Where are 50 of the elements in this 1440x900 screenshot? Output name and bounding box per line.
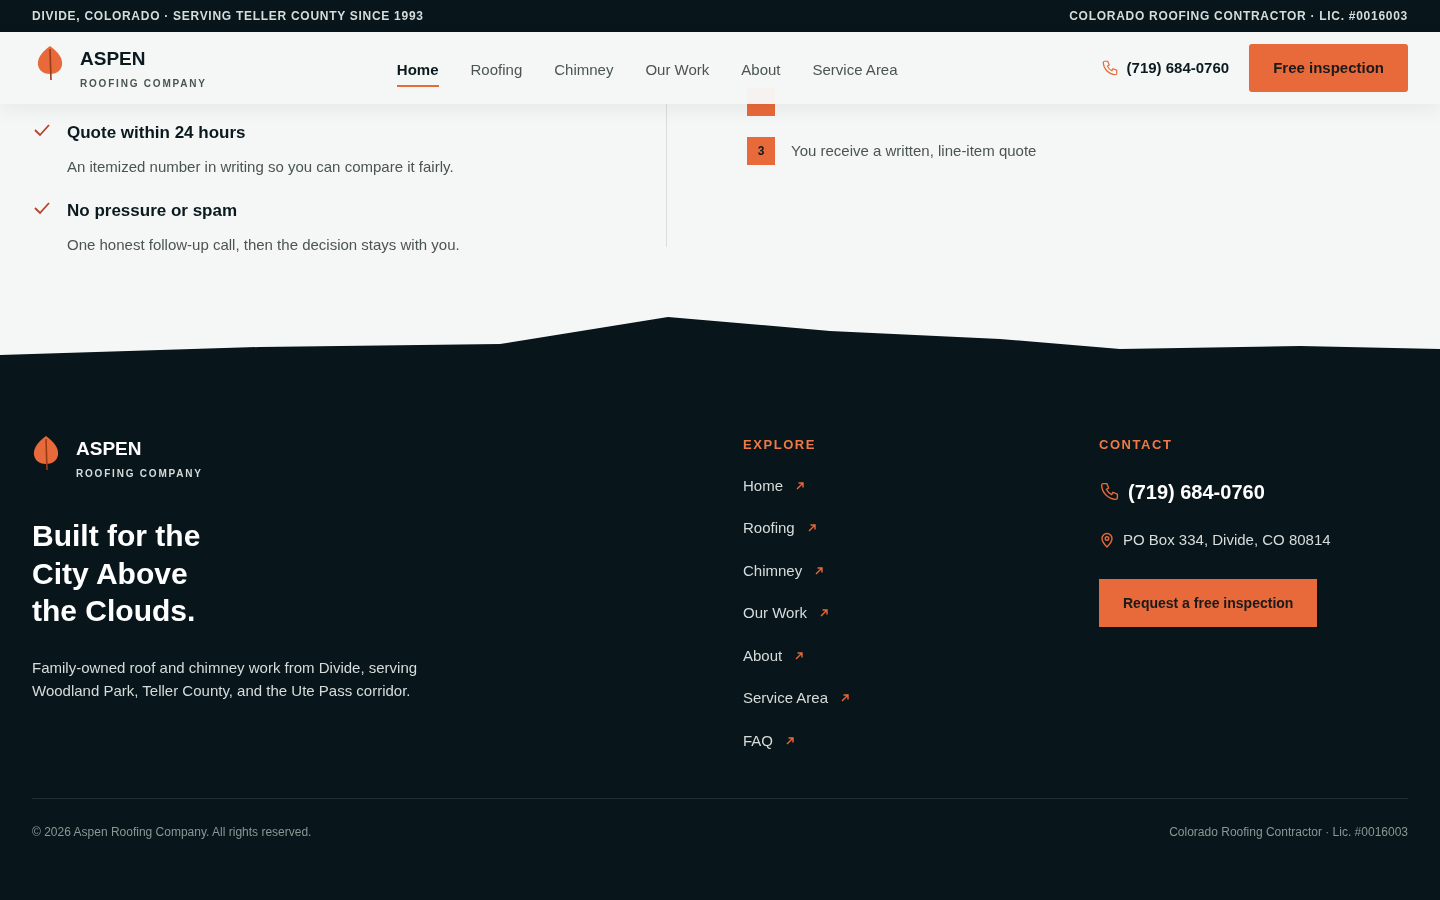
request-button[interactable]: Request a free inspection	[1099, 579, 1318, 627]
arrow-icon	[806, 523, 817, 534]
leaf-icon	[32, 435, 60, 471]
arrow-icon	[785, 735, 795, 746]
step-text: You receive a written, line-item quote	[791, 140, 1037, 161]
nav-link[interactable]: About	[741, 54, 781, 88]
location-icon	[1099, 531, 1115, 548]
nav-link[interactable]: Chimney	[554, 54, 614, 88]
contact-heading: CONTACT	[1099, 436, 1174, 454]
explore-heading: EXPLORE	[743, 436, 818, 454]
footer-phone[interactable]: (719) 684-0760	[1128, 476, 1265, 507]
footer-link[interactable]: Home	[743, 474, 1099, 497]
license-text: COLORADO ROOFING CONTRACTOR · LIC. #0016003	[1069, 8, 1408, 25]
benefit-title: Quote within 24 hours	[67, 122, 247, 144]
footer-link[interactable]: About	[743, 644, 1099, 667]
location-text: DIVIDE, COLORADO · SERVING TELLER COUNTY SINCE 1993	[32, 8, 424, 25]
cta-button[interactable]: Free inspection	[1249, 44, 1408, 92]
arrow-icon	[814, 565, 825, 576]
nav-link[interactable]: Home	[396, 54, 439, 88]
footer-link[interactable]: Our Work	[743, 602, 1099, 625]
leaf-icon	[36, 45, 64, 81]
footer-link[interactable]: Chimney	[743, 559, 1099, 582]
copyright-text: © 2026 Aspen Roofing Company. All rights reserved.	[32, 824, 312, 841]
brand-name: ASPEN	[76, 439, 143, 458]
check-icon	[33, 123, 51, 137]
footer-link[interactable]: Service Area	[743, 687, 1099, 710]
benefit-text: An itemized number in writing so you can compare it fairly.	[67, 156, 454, 177]
benefit-text: One honest follow-up call, then the decision stays with you.	[67, 234, 460, 255]
arrow-icon	[794, 650, 805, 661]
brand-tagline: ROOFING COMPANY	[76, 467, 203, 481]
arrow-icon	[840, 693, 851, 704]
benefit-title: No pressure or spam	[67, 200, 239, 222]
footer-link[interactable]: Roofing	[743, 517, 1099, 540]
nav-link[interactable]: Roofing	[470, 54, 523, 88]
phone-icon	[1099, 481, 1120, 502]
brand-name: ASPEN	[80, 49, 147, 68]
footer-link[interactable]: FAQ	[743, 729, 1099, 752]
nav-link[interactable]: Our Work	[645, 54, 710, 88]
phone-icon	[1100, 59, 1119, 77]
footer-description: Family-owned roof and chimney work from Divide, serving Woodland Park, Teller County, and the Ute Pass corridor.	[32, 657, 419, 701]
nav-link[interactable]: Service Area	[812, 54, 898, 88]
brand-tagline: ROOFING COMPANY	[80, 77, 207, 91]
license-text: Colorado Roofing Contractor · Lic. #0016003	[1169, 824, 1408, 841]
check-icon	[33, 201, 51, 215]
footer-headline: Built for the City Above the Clouds.	[32, 518, 202, 629]
phone-link[interactable]: (719) 684-0760	[1126, 56, 1230, 80]
step-number: 3	[747, 137, 775, 165]
arrow-icon	[818, 608, 829, 619]
arrow-icon	[795, 480, 805, 491]
footer-address: PO Box 334, Divide, CO 80814	[1123, 529, 1331, 550]
